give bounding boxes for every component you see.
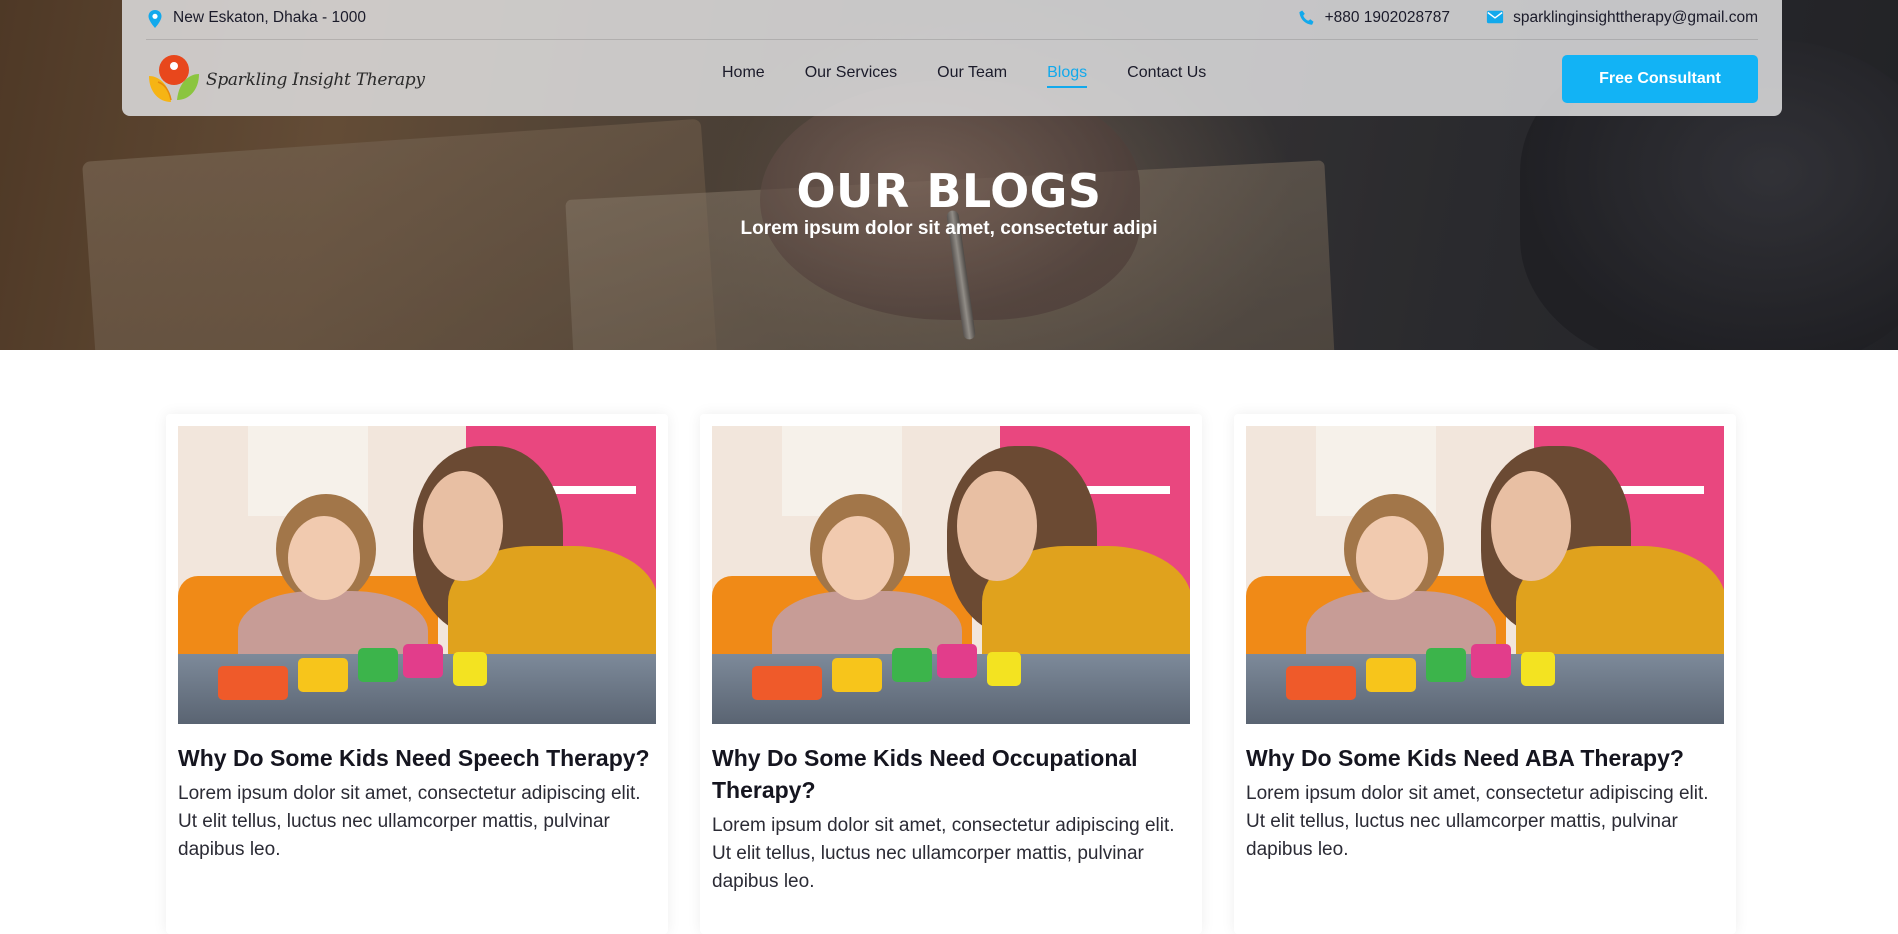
brand-name: Sparkling Insight Therapy — [206, 70, 425, 90]
blog-list: Why Do Some Kids Need Speech Therapy? Lo… — [166, 414, 1736, 934]
blog-card-title[interactable]: Why Do Some Kids Need ABA Therapy? — [1246, 742, 1724, 774]
phone-icon — [1298, 9, 1316, 27]
location-info: New Eskaton, Dhaka - 1000 — [146, 9, 366, 28]
blog-card[interactable]: Why Do Some Kids Need Speech Therapy? Lo… — [166, 414, 668, 934]
email-text: sparklinginsighttherapy@gmail.com — [1513, 9, 1758, 26]
location-text: New Eskaton, Dhaka - 1000 — [173, 9, 366, 26]
contact-topbar: New Eskaton, Dhaka - 1000 +880 190202878… — [146, 0, 1758, 40]
email-info[interactable]: sparklinginsighttherapy@gmail.com — [1486, 9, 1758, 27]
site-header: New Eskaton, Dhaka - 1000 +880 190202878… — [122, 0, 1782, 116]
blog-card-title[interactable]: Why Do Some Kids Need Speech Therapy? — [178, 742, 656, 774]
page-title: OUR BLOGS — [796, 164, 1102, 218]
page-subtitle: Lorem ipsum dolor sit amet, consectetur … — [740, 218, 1158, 239]
blog-card-image[interactable] — [1246, 426, 1724, 724]
blog-card[interactable]: Why Do Some Kids Need Occupational Thera… — [700, 414, 1202, 934]
mail-icon — [1486, 9, 1504, 27]
blog-card-excerpt: Lorem ipsum dolor sit amet, consectetur … — [712, 815, 1175, 892]
sun-leaf-logo-icon — [146, 50, 202, 110]
brand-logo[interactable]: Sparkling Insight Therapy — [146, 50, 425, 110]
map-pin-icon — [146, 9, 164, 28]
nav-item-our-team[interactable]: Our Team — [937, 64, 1007, 82]
nav-item-contact-us[interactable]: Contact Us — [1127, 64, 1206, 82]
nav-item-home[interactable]: Home — [722, 64, 765, 82]
free-consultant-button[interactable]: Free Consultant — [1562, 55, 1758, 103]
phone-text: +880 1902028787 — [1324, 9, 1450, 26]
blog-card-title[interactable]: Why Do Some Kids Need Occupational Thera… — [712, 742, 1190, 806]
blog-card-image[interactable] — [178, 426, 656, 724]
phone-info[interactable]: +880 1902028787 — [1298, 9, 1450, 27]
blog-card[interactable]: Why Do Some Kids Need ABA Therapy? Lorem… — [1234, 414, 1736, 934]
blog-card-excerpt: Lorem ipsum dolor sit amet, consectetur … — [1246, 783, 1709, 860]
nav-item-our-services[interactable]: Our Services — [805, 64, 897, 82]
main-nav: Home Our Services Our Team Blogs Contact… — [722, 64, 1246, 88]
blog-card-image[interactable] — [712, 426, 1190, 724]
nav-item-blogs[interactable]: Blogs — [1047, 64, 1088, 88]
blog-card-excerpt: Lorem ipsum dolor sit amet, consectetur … — [178, 783, 641, 860]
